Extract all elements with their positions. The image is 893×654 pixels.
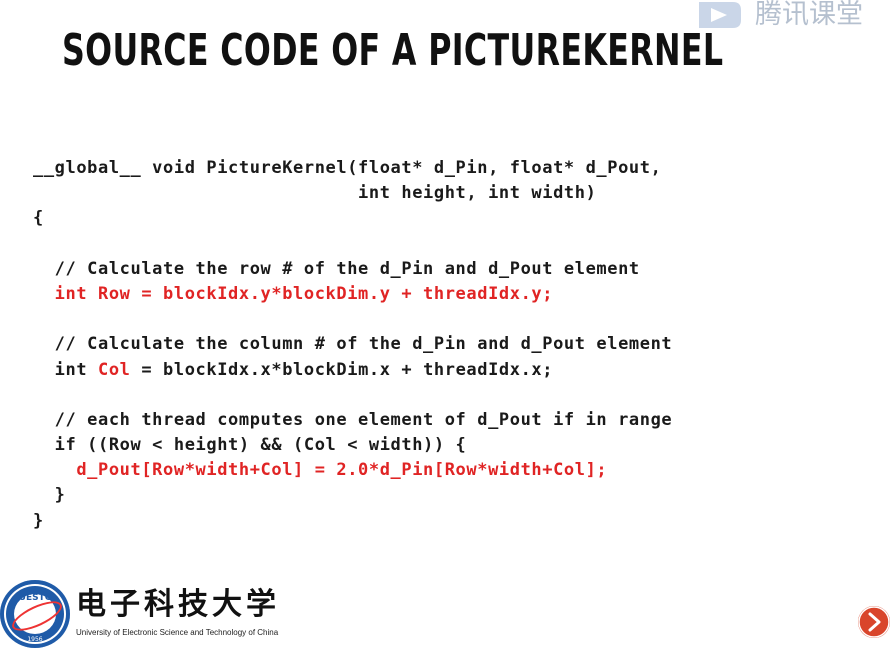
code-text: if ((Row < height) && (Col < width)) { xyxy=(33,435,467,456)
code-text: int xyxy=(33,359,99,380)
code-text: } xyxy=(33,485,66,506)
code-text: // Calculate the row # of the d_Pin and … xyxy=(33,258,640,279)
university-seal-icon: UESTC 1956 xyxy=(0,580,70,648)
code-line: { xyxy=(33,206,672,231)
university-name-cn: 电子科技大学 xyxy=(76,587,280,622)
code-text: int height, int width) xyxy=(33,183,597,204)
watermark-text: 腾讯课堂 xyxy=(755,0,863,30)
code-text: // Calculate the column # of the d_Pin a… xyxy=(33,334,673,355)
code-line: int height, int width) xyxy=(33,181,672,206)
code-line: int Row = blockIdx.y*blockDim.y + thread… xyxy=(33,282,672,307)
code-text: } xyxy=(33,510,44,531)
code-highlight: Col xyxy=(98,359,131,380)
slide: SOURCE CODE OF A PICTUREKERNEL 腾讯课堂 __gl… xyxy=(0,0,893,654)
seal-text: UESTC xyxy=(18,593,52,603)
code-highlight: d_Pout[Row*width+Col] = 2.0*d_Pin[Row*wi… xyxy=(33,460,608,481)
seal-year: 1956 xyxy=(27,636,43,643)
university-name-en: University of Electronic Science and Tec… xyxy=(76,628,279,637)
next-slide-icon[interactable] xyxy=(855,603,893,641)
code-line: if ((Row < height) && (Col < width)) { xyxy=(33,433,672,458)
code-line: // Calculate the column # of the d_Pin a… xyxy=(33,332,672,357)
slide-title: SOURCE CODE OF A PICTUREKERNEL xyxy=(62,25,724,76)
code-line: __global__ void PictureKernel(float* d_P… xyxy=(33,156,672,181)
code-text: = blockIdx.x*blockDim.x + threadIdx.x; xyxy=(130,359,554,380)
code-line: } xyxy=(33,483,672,508)
watermark: 腾讯课堂 xyxy=(693,0,893,30)
code-line: // each thread computes one element of d… xyxy=(33,408,672,433)
code-line: d_Pout[Row*width+Col] = 2.0*d_Pin[Row*wi… xyxy=(33,458,672,483)
code-text: { xyxy=(33,208,44,229)
code-text: __global__ void PictureKernel(float* d_P… xyxy=(33,158,662,178)
code-text: // each thread computes one element of d… xyxy=(33,409,673,430)
code-line: int Col = blockIdx.x*blockDim.x + thread… xyxy=(33,358,672,383)
code-block: __global__ void PictureKernel(float* d_P… xyxy=(33,156,672,534)
code-line: } xyxy=(33,509,672,534)
code-line: // Calculate the row # of the d_Pin and … xyxy=(33,257,672,282)
code-highlight: int Row = blockIdx.y*blockDim.y + thread… xyxy=(33,283,554,304)
university-logo: UESTC 1956 电子科技大学 University of Electron… xyxy=(0,578,290,648)
play-icon xyxy=(699,2,741,28)
